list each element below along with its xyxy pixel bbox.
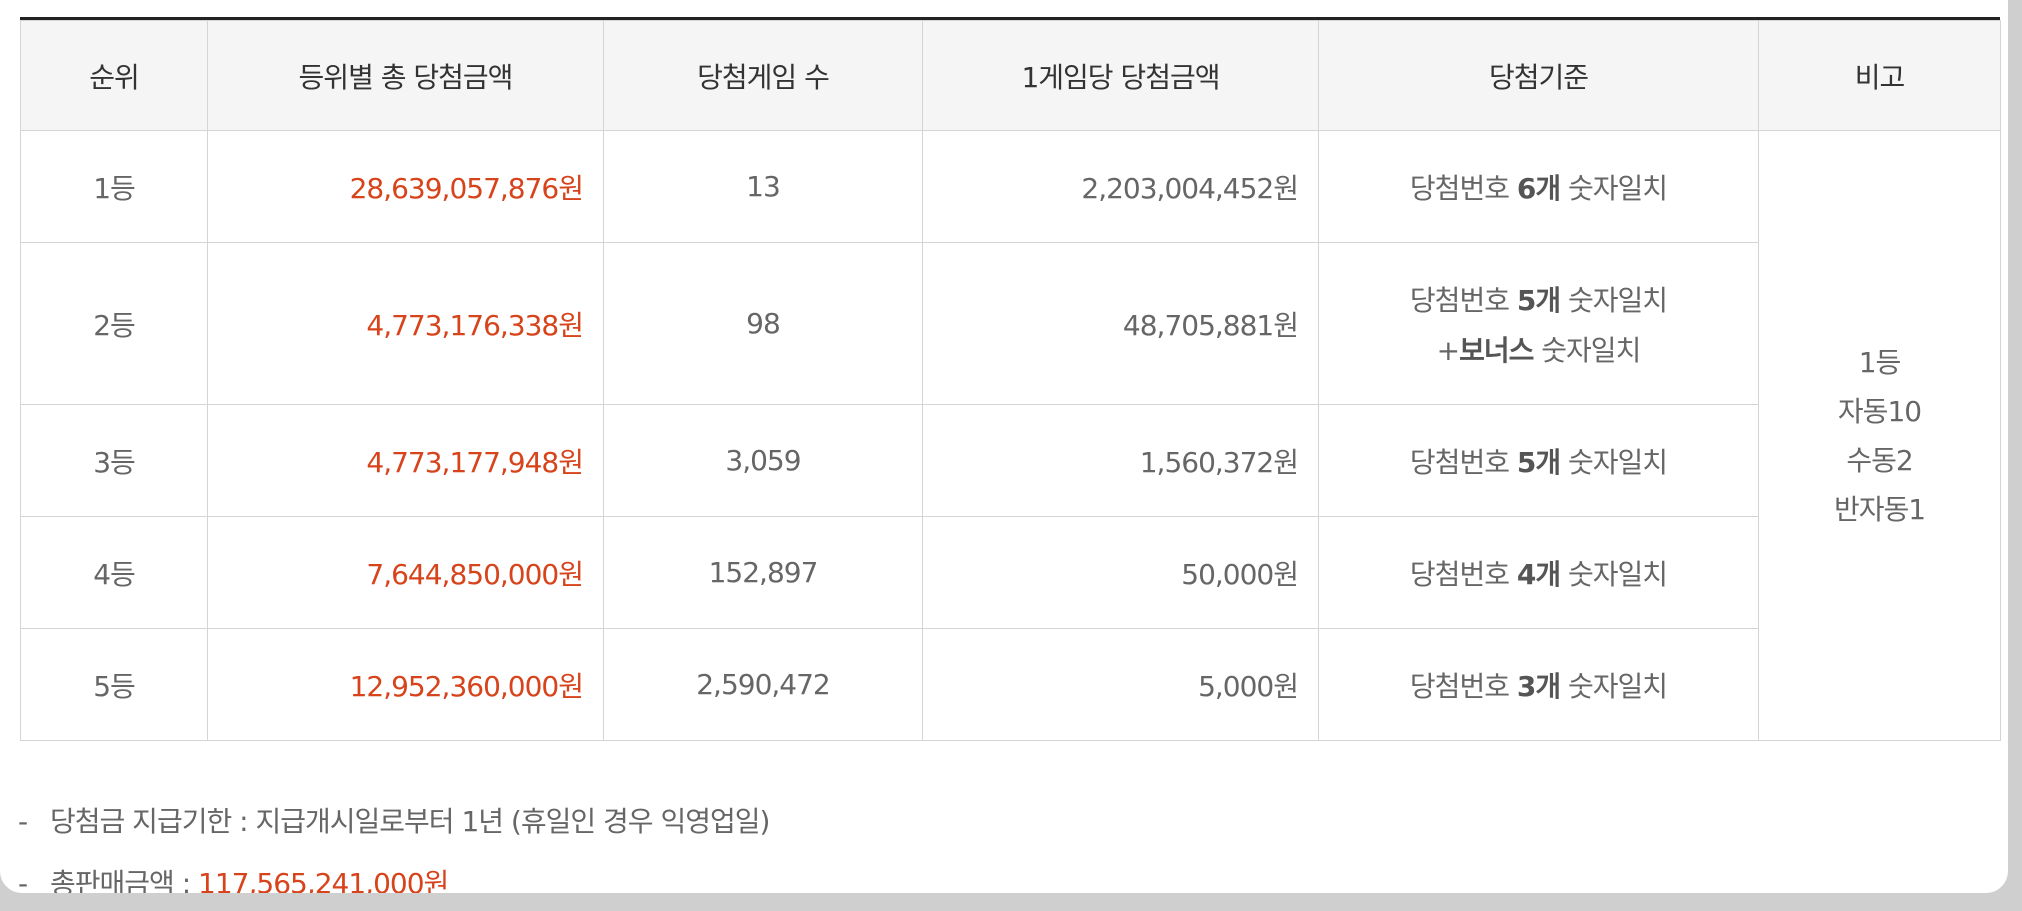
total-sales-note: - 총판매금액 : 117,565,241,000원 (18, 858, 1978, 893)
criteria-suffix: 숫자일치 (1560, 557, 1668, 591)
header-prize-per-game: 1게임당 당첨금액 (922, 20, 1319, 131)
winning-games-cell: 152,897 (603, 516, 923, 629)
notes-section: - 당첨금 지급기한 : 지급개시일로부터 1년 (휴일인 경우 익영업일) -총… (18, 796, 1978, 893)
criteria-count: 5개 (1516, 283, 1561, 317)
criteria-prefix: 당첨번호 (1409, 669, 1517, 703)
winning-games-cell: 13 (603, 130, 923, 243)
header-criteria: 당첨기준 (1318, 20, 1759, 131)
criteria-count: 4개 (1516, 557, 1561, 591)
prize-table-wrapper: 순위 등위별 총 당첨금액 당첨게임 수 1게임당 당첨금액 당첨기준 비고 1… (20, 17, 2001, 741)
table-header-row: 순위 등위별 총 당첨금액 당첨게임 수 1게임당 당첨금액 당첨기준 비고 (20, 20, 2001, 131)
header-total-prize: 등위별 총 당첨금액 (207, 20, 604, 131)
criteria-suffix: 숫자일치 (1560, 171, 1668, 205)
sales-label: 총판매금액 : (50, 867, 199, 893)
criteria-plus: + (1436, 333, 1460, 367)
criteria-cell: 당첨번호 5개 숫자일치 (1318, 404, 1759, 517)
total-prize-cell: 7,644,850,000원 (207, 516, 604, 629)
rank-cell: 1등 (20, 130, 208, 243)
remarks-line: 반자동1 (1833, 492, 1926, 526)
rank-cell: 2등 (20, 242, 208, 405)
header-rank: 순위 (20, 20, 208, 131)
prize-per-game-cell: 2,203,004,452원 (922, 130, 1319, 243)
payment-deadline-note: - 당첨금 지급기한 : 지급개시일로부터 1년 (휴일인 경우 익영업일) (18, 796, 1978, 858)
total-prize-cell: 4,773,176,338원 (207, 242, 604, 405)
criteria-suffix: 숫자일치 (1560, 283, 1668, 317)
criteria-count: 3개 (1516, 669, 1561, 703)
table-row: 4등 7,644,850,000원 152,897 50,000원 당첨번호 4… (20, 516, 2001, 629)
total-prize-cell: 12,952,360,000원 (207, 628, 604, 741)
criteria-cell: 당첨번호 4개 숫자일치 (1318, 516, 1759, 629)
table-row: 3등 4,773,177,948원 3,059 1,560,372원 당첨번호 … (20, 404, 2001, 517)
criteria-line-2: +보너스 숫자일치 (1319, 329, 1758, 369)
sales-value: 117,565,241,000원 (198, 867, 449, 893)
bullet-dash: - (18, 805, 28, 838)
total-prize-cell: 4,773,177,948원 (207, 404, 604, 517)
table-row: 5등 12,952,360,000원 2,590,472 5,000원 당첨번호… (20, 628, 2001, 741)
prize-table: 순위 등위별 총 당첨금액 당첨게임 수 1게임당 당첨금액 당첨기준 비고 1… (20, 20, 2001, 741)
criteria-suffix: 숫자일치 (1533, 333, 1641, 367)
criteria-prefix: 당첨번호 (1409, 171, 1517, 205)
criteria-prefix: 당첨번호 (1409, 445, 1517, 479)
deadline-label: 당첨금 지급기한 : (50, 805, 256, 838)
rank-cell: 4등 (20, 516, 208, 629)
remarks-cell: 1등 자동10 수동2 반자동1 (1758, 130, 2001, 741)
winning-games-cell: 2,590,472 (603, 628, 923, 741)
prize-card: 순위 등위별 총 당첨금액 당첨게임 수 1게임당 당첨금액 당첨기준 비고 1… (0, 0, 2008, 893)
header-remarks: 비고 (1758, 20, 2001, 131)
criteria-line-1: 당첨번호 5개 숫자일치 (1319, 279, 1758, 319)
criteria-prefix: 당첨번호 (1409, 283, 1517, 317)
prize-per-game-cell: 48,705,881원 (922, 242, 1319, 405)
table-row: 1등 28,639,057,876원 13 2,203,004,452원 당첨번… (20, 130, 2001, 741)
rank-cell: 5등 (20, 628, 208, 741)
criteria-cell: 당첨번호 5개 숫자일치 +보너스 숫자일치 (1318, 242, 1759, 405)
rank-cell: 3등 (20, 404, 208, 517)
prize-per-game-cell: 1,560,372원 (922, 404, 1319, 517)
total-prize-cell: 28,639,057,876원 (207, 130, 604, 243)
criteria-count: 6개 (1516, 171, 1561, 205)
remarks-line: 자동10 (1837, 394, 1922, 428)
header-winning-games: 당첨게임 수 (603, 20, 923, 131)
criteria-prefix: 당첨번호 (1409, 557, 1517, 591)
criteria-cell: 당첨번호 3개 숫자일치 (1318, 628, 1759, 741)
deadline-value: 지급개시일로부터 1년 (휴일인 경우 익영업일) (255, 805, 770, 838)
prize-per-game-cell: 5,000원 (922, 628, 1319, 741)
criteria-suffix: 숫자일치 (1560, 445, 1668, 479)
remarks-line: 1등 (1858, 345, 1902, 379)
winning-games-cell: 98 (603, 242, 923, 405)
table-row: 2등 4,773,176,338원 98 48,705,881원 당첨번호 5개… (20, 242, 2001, 405)
criteria-cell: 당첨번호 6개 숫자일치 (1318, 130, 1759, 243)
criteria-bonus: 보너스 (1459, 333, 1534, 367)
criteria-suffix: 숫자일치 (1560, 669, 1668, 703)
prize-per-game-cell: 50,000원 (922, 516, 1319, 629)
winning-games-cell: 3,059 (603, 404, 923, 517)
criteria-count: 5개 (1516, 445, 1561, 479)
bullet-dash: - (18, 867, 28, 893)
remarks-line: 수동2 (1846, 443, 1913, 477)
